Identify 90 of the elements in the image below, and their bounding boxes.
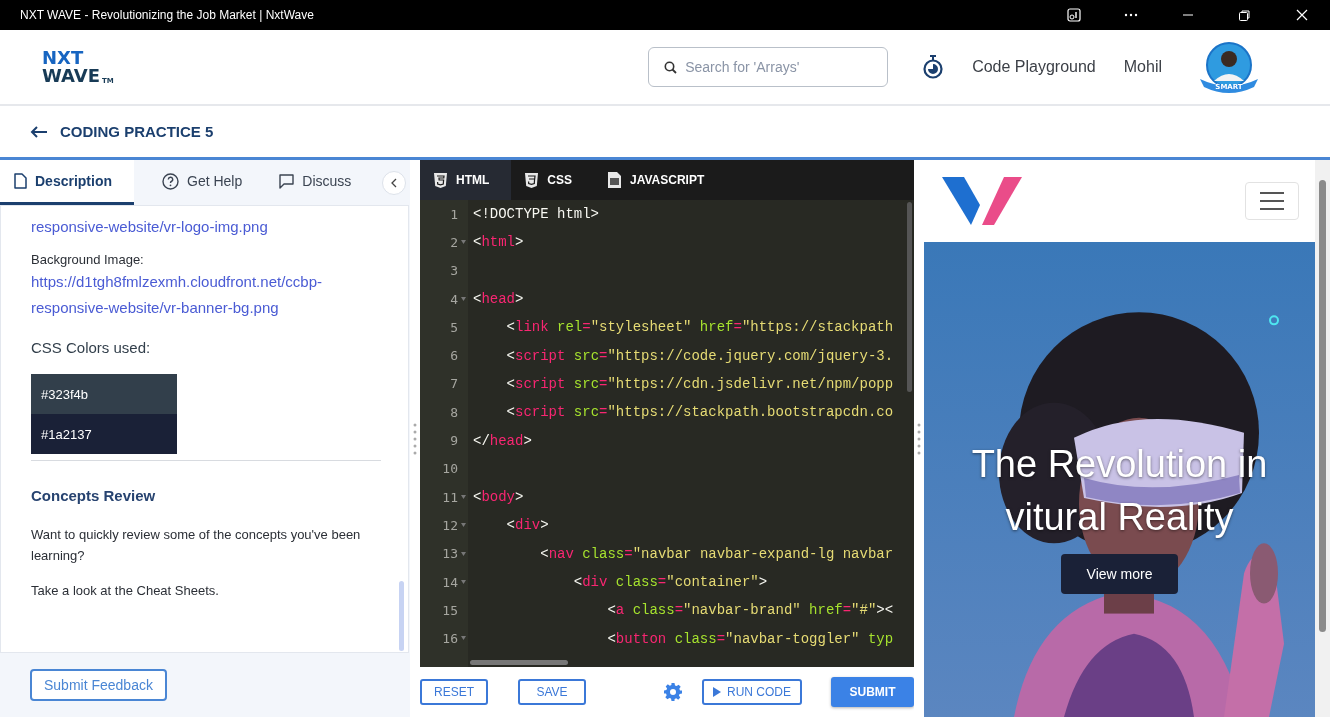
code-line: <body> [473,489,524,506]
chat-icon [279,173,295,189]
line-number: 14 [420,567,468,597]
label-text: Background Image: [31,252,145,267]
line-number: 16 [420,624,468,653]
drag-handle-icon[interactable] [413,421,417,456]
paragraph: Want to quickly review some of the concepts you've been learning? [31,526,362,565]
play-icon [713,687,721,697]
line-number: 6 [449,347,459,366]
fold-icon[interactable] [461,579,466,584]
scrollbar-thumb[interactable] [907,202,912,392]
help-icon [162,172,179,190]
link[interactable]: responsive-website/vr-logo-img.png [31,214,381,240]
shield-icon [525,172,539,188]
fold-icon[interactable] [461,523,466,528]
menu-button[interactable] [1245,182,1299,220]
fold-icon[interactable] [461,551,466,556]
scrollbar-thumb[interactable] [470,660,568,665]
scrollbar-thumb[interactable] [1319,180,1326,632]
line-number: 9 [449,432,459,450]
line-number: 5 [449,318,459,337]
window-title: NXT WAVE - Revolutionizing the Job Market | NxtWave [20,8,315,22]
page-title: CODING PRACTICE 5 [60,123,214,140]
toolbar-button[interactable]: SAVE [518,679,586,705]
link[interactable]: https://d1tgh8fmlzexmh.cloudfront.net/ccbp-responsive-website/vr-banner-bg.png [31,269,381,321]
tab[interactable]: Description [0,160,134,205]
paragraph: Take a look at the Cheat Sheets. [31,582,220,600]
stopwatch-icon[interactable] [922,55,945,79]
color-swatch: #323f4b [31,374,177,414]
section-heading: Concepts Review [31,487,157,504]
code-line: <script src="https://stackpath.bootstrapcdn.co [505,404,894,421]
close-icon[interactable] [1295,9,1308,21]
fold-icon[interactable] [461,296,466,301]
code-line: <div class="container"> [572,574,768,590]
tab[interactable]: Discuss [265,160,367,205]
shield-icon [434,172,447,188]
line-number: 11 [420,482,468,512]
fold-icon[interactable] [461,636,466,641]
code-line: <div> [505,517,549,534]
line-number: 1 [449,205,459,224]
collapse-button[interactable] [382,170,406,195]
line-number: 13 [420,539,468,568]
reader-icon[interactable] [1065,7,1082,23]
search-field[interactable]: Search for 'Arrays' [648,47,889,87]
toolbar-button[interactable]: RESET [420,679,488,705]
logo[interactable] [942,175,1022,227]
code-line: <!DOCTYPE html> [473,206,600,223]
line-number: 15 [441,601,459,620]
settings-icon[interactable] [664,683,682,701]
subheading: CSS Colors used: [31,339,152,356]
run-code-button[interactable]: RUN CODE [702,679,802,705]
line-number: 10 [441,460,459,479]
editor-tab[interactable]: HTML [420,160,512,200]
restore-icon[interactable] [1239,9,1250,21]
code-line: <link rel="stylesheet" href="https://stackpath [505,319,894,336]
code-line: <button class="navbar-toggler" typ [606,630,894,647]
code-line: <nav class="navbar navbar-expand-lg navbar [539,545,894,562]
editor-tab[interactable]: JAVASCRIPT [594,160,727,200]
submit-feedback-button[interactable]: Submit Feedback [30,669,167,701]
code-line: <html> [473,234,524,251]
chevron-left-icon [391,177,397,188]
nav-link[interactable]: Mohil [1123,58,1162,76]
line-number: 4 [420,284,468,314]
file-icon [608,172,621,188]
code-line: <a class="navbar-brand" href="#">< [606,602,894,619]
more-icon[interactable] [1123,13,1138,17]
fold-icon[interactable] [461,240,466,245]
fold-icon[interactable] [461,494,466,499]
view-more-button[interactable]: View more [1060,554,1179,594]
code-line: <script src="https://code.jquery.com/jquery-3. [505,347,894,364]
line-number: 3 [449,262,459,281]
tab[interactable]: Get Help [148,160,258,205]
line-number: 2 [420,228,468,257]
search-icon [664,61,678,74]
line-number: 12 [420,511,468,540]
line-number: 8 [449,403,459,422]
submit-button[interactable]: SUBMIT [831,677,914,707]
code-line: <script src="https://cdn.jsdelivr.net/npm/popp [505,375,894,392]
code-line: <head> [473,291,524,308]
menu-icon [1260,192,1284,210]
drag-handle-icon[interactable] [917,421,921,456]
editor-tab[interactable]: CSS [511,160,594,200]
color-swatch: #1a2137 [31,414,177,454]
minimize-icon[interactable] [1182,14,1193,16]
document-icon [14,173,27,189]
code-line: </head> [473,432,532,449]
nav-link[interactable]: Code Playground [972,58,1096,76]
line-number: 7 [449,375,459,394]
scrollbar-thumb[interactable] [399,581,404,651]
back-arrow-icon[interactable] [30,125,48,138]
